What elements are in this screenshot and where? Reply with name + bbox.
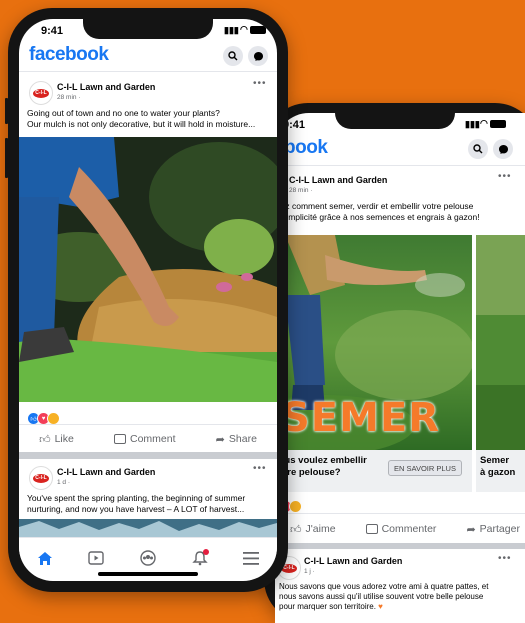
more-options-icon[interactable]: ••• — [498, 553, 512, 564]
post-text-line: You've spent the spring planting, the be… — [27, 493, 246, 503]
comment-button[interactable]: Commenter — [365, 523, 437, 535]
post-actions: 👍︎ J'aime Commenter ➦ Partager — [275, 513, 525, 544]
post-time: 28 min · — [289, 187, 313, 194]
post-text: You've spent the spring planting, the be… — [27, 493, 273, 515]
post-separator — [19, 452, 277, 459]
battery-icon — [490, 120, 506, 128]
phone-left-screen: 9:41 ▮▮▮ ◠ facebook C-I-L C-I-L Lawn and… — [19, 19, 277, 581]
learn-more-button[interactable]: EN SAVOIR PLUS — [388, 460, 462, 476]
card-headline-line: Vous voulez embellir — [275, 455, 367, 466]
battery-icon — [250, 26, 266, 34]
card-headline: Semer à gazon — [480, 455, 515, 479]
search-button[interactable] — [223, 46, 243, 66]
like-label: Like — [54, 433, 74, 445]
post-text-line: Découvrez comment semer, verdir et embel… — [275, 201, 474, 211]
more-options-icon[interactable]: ••• — [253, 78, 267, 89]
post-text-line: nurturing, and now you have harvest – A … — [27, 504, 245, 514]
post-text-line-text: pour marquer son territoire. — [279, 602, 379, 611]
more-options-icon[interactable]: ••• — [498, 171, 512, 182]
post-text-line: Our mulch is not only decorative, but it… — [27, 119, 256, 129]
notifications-button[interactable] — [191, 549, 209, 566]
comment-label: Commenter — [381, 523, 437, 535]
mulch-gardening-image — [19, 137, 277, 402]
page-name[interactable]: C-I-L Lawn and Garden — [57, 467, 155, 477]
comment-button[interactable]: Comment — [114, 433, 176, 445]
facebook-logo[interactable]: facebook — [29, 44, 109, 66]
phone-left: 9:41 ▮▮▮ ◠ facebook C-I-L C-I-L Lawn and… — [5, 8, 288, 592]
comment-icon — [365, 524, 378, 534]
home-icon[interactable] — [37, 551, 53, 566]
messenger-button[interactable] — [493, 139, 513, 159]
post-text: Going out of town and no one to water yo… — [27, 108, 273, 130]
post-text-line: pour marquer son territoire. ♥ — [279, 602, 525, 612]
messenger-icon — [253, 51, 263, 61]
wifi-icon: ◠ — [480, 118, 488, 128]
share-label: Share — [228, 433, 257, 445]
post-time: 28 min · — [57, 94, 81, 101]
post-time: 1 d · — [57, 479, 71, 486]
signal-icon: ▮▮▮ — [224, 25, 239, 35]
card-headline-line: Semer — [480, 455, 510, 466]
home-indicator[interactable] — [98, 572, 198, 576]
status-bar: 9:41 ▮▮▮ ◠ — [275, 113, 525, 135]
like-button[interactable]: 👍︎ J'aime — [290, 523, 336, 536]
thumbs-up-icon: 👍︎ — [290, 523, 302, 536]
post-text: Nous savons que vous adorez votre ami à … — [279, 582, 525, 612]
page-avatar[interactable]: C-I-L — [29, 466, 53, 490]
status-bar: 9:41 ▮▮▮ ◠ — [19, 19, 277, 41]
notification-dot — [202, 549, 209, 555]
post-actions: 👍︎ Like Comment ➦ Share — [19, 424, 277, 453]
share-icon: ➦ — [215, 433, 225, 446]
harvest-image — [19, 519, 277, 539]
page-name[interactable]: C-I-L Lawn and Garden — [304, 556, 402, 566]
share-label: Partager — [479, 523, 520, 535]
watch-icon[interactable] — [88, 551, 105, 565]
share-icon: ➦ — [466, 523, 476, 536]
carousel-card[interactable]: SEMER Vous voulez embellir votre pelouse… — [275, 235, 472, 492]
like-label: J'aime — [305, 523, 336, 535]
post-text-line: en toute simplicité grâce à nos semences… — [275, 212, 480, 222]
post-time: 1 j · — [304, 568, 315, 575]
card-headline-line: à gazon — [480, 467, 516, 478]
messenger-button[interactable] — [248, 46, 268, 66]
facebook-header: facebook — [19, 41, 277, 72]
comment-icon — [114, 434, 126, 444]
post-text-line: Going out of town and no one to water yo… — [27, 108, 220, 118]
facebook-header: facebook — [275, 135, 525, 166]
page-avatar[interactable]: C-I-L — [29, 81, 53, 105]
comment-label: Comment — [130, 433, 176, 445]
signal-icon: ▮▮▮ — [465, 119, 480, 129]
share-button[interactable]: ➦ Partager — [466, 523, 520, 536]
search-icon — [473, 144, 483, 154]
wow-reaction-icon — [289, 500, 302, 513]
like-button[interactable]: 👍︎ Like — [39, 433, 74, 446]
post-text-line: Nous savons que vous adorez votre ami à … — [279, 582, 489, 591]
page-name[interactable]: C-I-L Lawn and Garden — [57, 82, 155, 92]
side-button — [5, 98, 8, 124]
phone-right-screen: 9:41 ▮▮▮ ◠ facebook C-I-L C-I-L Lawn and… — [275, 113, 525, 623]
page-name[interactable]: C-I-L Lawn and Garden — [289, 175, 387, 185]
wifi-icon: ◠ — [240, 24, 248, 34]
menu-icon[interactable] — [243, 551, 260, 565]
heart-emoji-icon: ♥ — [378, 602, 383, 611]
card-headline: Vous voulez embellir votre pelouse? — [275, 455, 367, 479]
messenger-icon — [498, 144, 508, 154]
post-separator — [275, 543, 525, 549]
groups-icon[interactable] — [140, 550, 156, 566]
thumbs-up-icon: 👍︎ — [39, 433, 51, 446]
phone-right: 9:41 ▮▮▮ ◠ facebook C-I-L C-I-L Lawn and… — [264, 103, 525, 623]
post-text-line: nous savons aussi qu'il utilise souvent … — [279, 592, 484, 601]
search-button[interactable] — [468, 139, 488, 159]
card-headline-line: votre pelouse? — [275, 467, 341, 478]
search-icon — [228, 51, 238, 61]
carousel-card[interactable]: Semer à gazon — [476, 235, 525, 492]
semer-overlay: SEMER — [281, 395, 441, 441]
more-options-icon[interactable]: ••• — [253, 463, 267, 474]
post-text: Découvrez comment semer, verdir et embel… — [275, 201, 525, 223]
share-button[interactable]: ➦ Share — [216, 433, 257, 446]
side-button — [5, 138, 8, 178]
lawn-image — [476, 235, 525, 450]
status-time: 9:41 — [41, 25, 64, 37]
